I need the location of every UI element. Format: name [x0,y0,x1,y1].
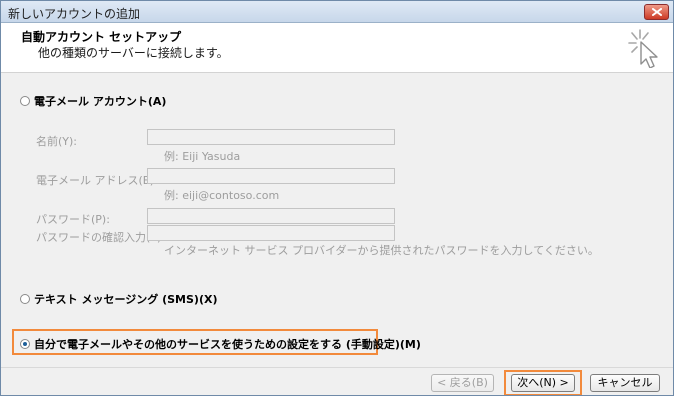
option-sms-label: テキスト メッセージング (SMS)(X) [34,293,218,306]
password-input[interactable] [147,208,395,224]
email-example: 例: eiji@contoso.com [164,189,280,202]
radio-sms[interactable] [20,294,30,304]
name-input[interactable] [147,129,395,145]
footer-separator [1,367,673,368]
back-button[interactable]: < 戻る(B) [431,374,494,392]
option-sms[interactable]: テキスト メッセージング (SMS)(X) [20,291,218,307]
password-confirm-input[interactable] [147,225,395,241]
email-label: 電子メール アドレス(E): [36,174,158,187]
option-manual-setup[interactable]: 自分で電子メールやその他のサービスを使うための設定をする (手動設定)(M) [20,336,421,352]
close-button[interactable] [644,4,669,20]
window-title: 新しいアカウントの追加 [8,7,141,21]
close-icon [652,8,662,16]
option-manual-setup-label: 自分で電子メールやその他のサービスを使うための設定をする (手動設定)(M) [34,338,421,351]
cancel-button[interactable]: キャンセル [590,374,660,392]
page-subtitle: 他の種類のサーバーに接続します。 [38,46,229,60]
radio-email-account[interactable] [20,96,30,106]
cursor-sparkle-icon [628,29,658,68]
name-example: 例: Eiji Yasuda [164,150,241,163]
radio-manual-setup[interactable] [20,339,30,349]
header-panel: 自動アカウント セットアップ 他の種類のサーバーに接続します。 [1,23,673,73]
next-button[interactable]: 次へ(N) > [511,374,575,392]
dialog-window: 新しいアカウントの追加 自動アカウント セットアップ 他の種類のサーバーに接続し… [0,0,674,396]
content-area: 電子メール アカウント(A) 名前(Y): 例: Eiji Yasuda 電子メ… [2,79,672,359]
password-confirm-label: パスワードの確認入力(T): [36,231,166,244]
email-input[interactable] [147,168,395,184]
name-label: 名前(Y): [36,135,78,148]
password-label: パスワード(P): [36,213,110,226]
option-email-account-label: 電子メール アカウント(A) [34,95,167,108]
page-title: 自動アカウント セットアップ [21,30,182,44]
password-note: インターネット サービス プロバイダーから提供されたパスワードを入力してください… [164,244,599,257]
option-email-account[interactable]: 電子メール アカウント(A) [20,93,166,109]
title-bar: 新しいアカウントの追加 [1,1,673,23]
